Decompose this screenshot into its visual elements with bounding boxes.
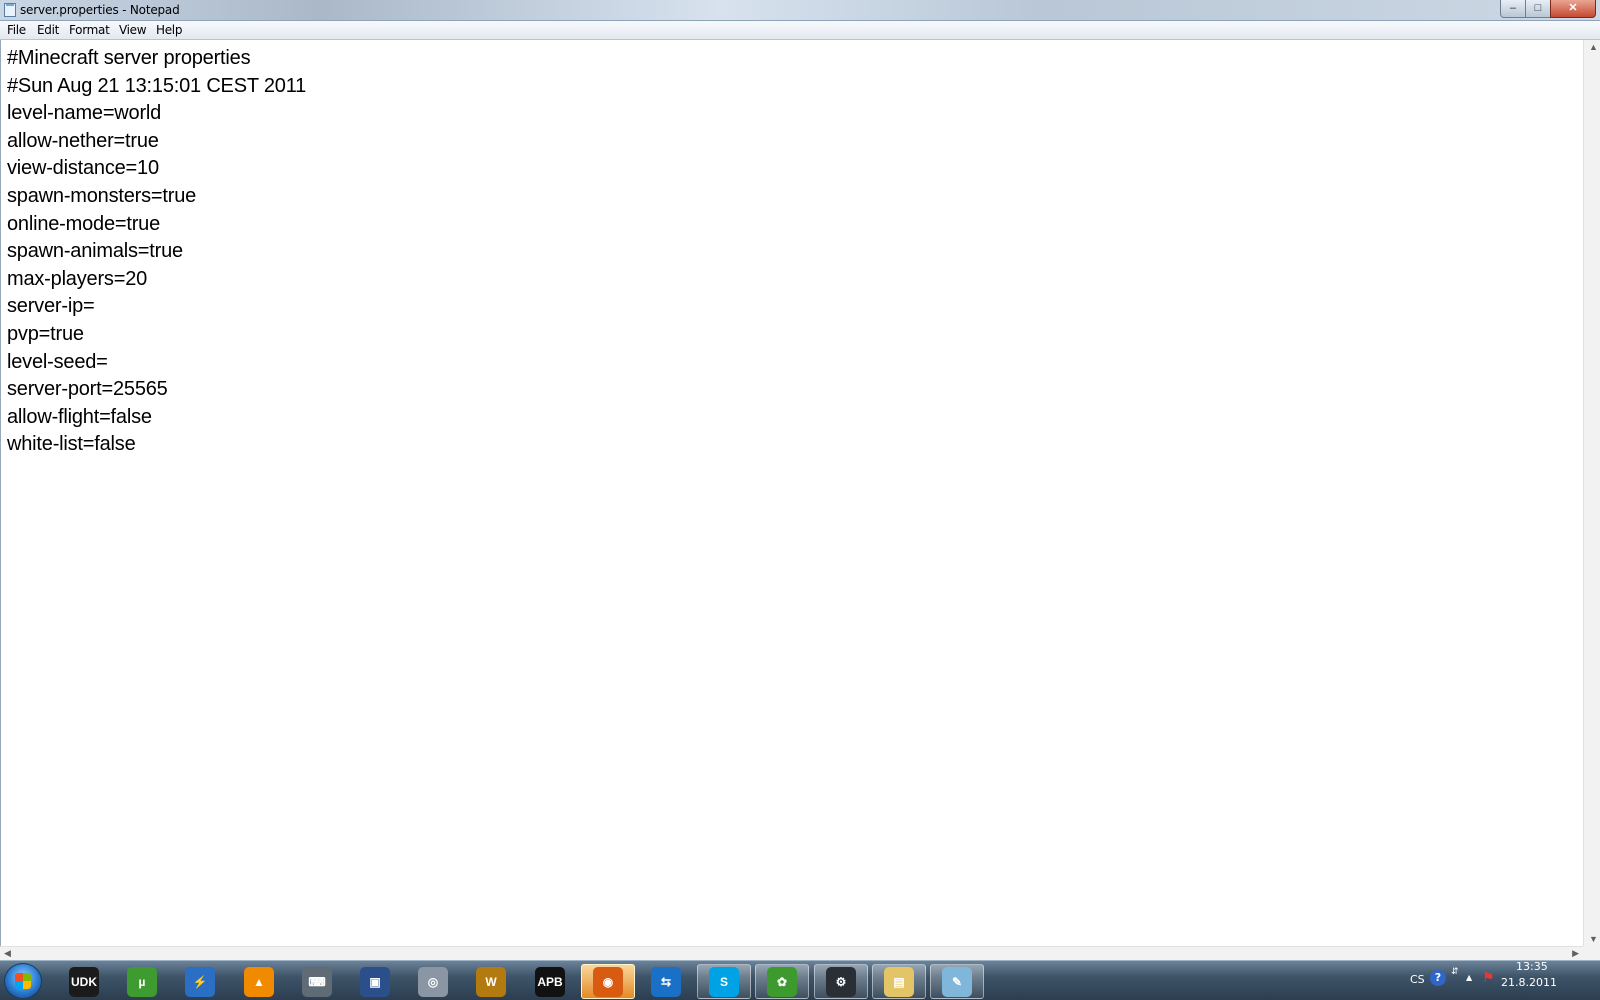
text-line: allow-flight=false: [7, 405, 152, 428]
size-grip[interactable]: [1583, 946, 1600, 960]
apb-icon: APB: [535, 966, 565, 997]
maximize-button[interactable]: □: [1525, 0, 1551, 18]
menu-edit[interactable]: Edit: [37, 23, 59, 37]
menu-file[interactable]: File: [7, 23, 26, 37]
help-icon[interactable]: ?: [1430, 970, 1446, 986]
scroll-left-arrow-icon[interactable]: ◀: [4, 948, 11, 959]
text-line: allow-nether=true: [7, 129, 159, 152]
language-indicator[interactable]: CS: [1410, 973, 1425, 986]
clock-time[interactable]: 13:35: [1516, 960, 1548, 973]
close-button[interactable]: ✕: [1550, 0, 1596, 18]
text-line: pvp=true: [7, 322, 84, 345]
text-line: level-seed=: [7, 350, 108, 373]
text-line: spawn-animals=true: [7, 240, 183, 263]
minimize-button[interactable]: –: [1500, 0, 1526, 18]
text-line: white-list=false: [7, 433, 136, 456]
text-editor-area[interactable]: #Minecraft server properties #Sun Aug 21…: [0, 40, 1583, 946]
notepad-app-icon[interactable]: [4, 3, 16, 17]
text-line: #Sun Aug 21 13:15:01 CEST 2011: [7, 74, 307, 97]
text-line: server-ip=: [7, 295, 95, 318]
network-icon[interactable]: ⇵: [1451, 967, 1459, 977]
menu-bar: File Edit Format View Help: [0, 21, 1600, 40]
text-line: online-mode=true: [7, 212, 161, 235]
gamepad-icon: ⌨: [302, 966, 332, 997]
taskbar-button[interactable]: ⚡: [173, 964, 227, 999]
menu-help[interactable]: Help: [156, 23, 182, 37]
text-line: spawn-monsters=true: [7, 184, 197, 207]
show-hidden-icons-icon[interactable]: ▲: [1466, 973, 1472, 982]
taskbar-button[interactable]: ◉: [581, 964, 635, 999]
display-settings-icon: ▣: [360, 966, 390, 997]
clock-date[interactable]: 21.8.2011: [1501, 976, 1557, 989]
scroll-right-arrow-icon[interactable]: ▶: [1572, 948, 1579, 959]
editor-text: #Minecraft server properties #Sun Aug 21…: [7, 45, 306, 459]
steam-icon: ⚙: [826, 966, 856, 997]
taskbar-button[interactable]: W: [464, 964, 518, 999]
taskbar-button[interactable]: UDK: [57, 964, 111, 999]
world-of-warcraft-icon: W: [476, 966, 506, 997]
firefox-icon: ◉: [593, 966, 623, 997]
horizontal-scrollbar[interactable]: ◀ ▶: [0, 946, 1583, 960]
icq-icon: ✿: [767, 966, 797, 997]
vertical-scrollbar[interactable]: ▲ ▼: [1583, 40, 1600, 946]
text-line: #Minecraft server properties: [7, 47, 251, 69]
explorer-icon: ▤: [884, 966, 914, 997]
taskbar-button[interactable]: ▤: [872, 964, 926, 999]
taskbar-button[interactable]: ✿: [755, 964, 809, 999]
vlc-icon: ▲: [244, 966, 274, 997]
text-line: view-distance=10: [7, 157, 159, 180]
text-line: max-players=20: [7, 267, 148, 290]
taskbar-button[interactable]: ⚙: [814, 964, 868, 999]
notepad-icon: ✎: [942, 966, 972, 997]
utorrent-icon: µ: [127, 966, 157, 997]
teamviewer-icon: ⇆: [651, 966, 681, 997]
title-bar[interactable]: server.properties - Notepad – □ ✕: [0, 0, 1600, 21]
taskbar: UDK µ ⚡ ▲ ⌨ ▣ ◎ W APB ◉ ⇆ S ✿ ⚙ ▤ ✎: [0, 960, 1600, 1000]
text-line: server-port=25565: [7, 378, 168, 401]
taskbar-button[interactable]: ⌨: [290, 964, 344, 999]
scroll-down-arrow-icon[interactable]: ▼: [1589, 934, 1598, 944]
safari-icon: ◎: [418, 966, 448, 997]
menu-format[interactable]: Format: [69, 23, 110, 37]
taskbar-button[interactable]: APB: [523, 964, 577, 999]
taskbar-button[interactable]: ⇆: [639, 964, 693, 999]
taskbar-button[interactable]: S: [697, 964, 751, 999]
udk-icon: UDK: [69, 966, 99, 997]
daemon-tools-icon: ⚡: [185, 966, 215, 997]
text-line: level-name=world: [7, 102, 162, 125]
scroll-up-arrow-icon[interactable]: ▲: [1589, 42, 1598, 52]
windows-logo-icon: [15, 973, 31, 989]
start-button[interactable]: [4, 963, 42, 999]
taskbar-button[interactable]: ▲: [232, 964, 286, 999]
system-tray: CS ? ⇵ ▲ ⚑ 13:35 21.8.2011: [1410, 960, 1600, 1000]
taskbar-button[interactable]: ▣: [348, 964, 402, 999]
window-title: server.properties - Notepad: [20, 3, 180, 17]
taskbar-button[interactable]: ✎: [930, 964, 984, 999]
taskbar-button[interactable]: µ: [115, 964, 169, 999]
menu-view[interactable]: View: [119, 23, 147, 37]
taskbar-button[interactable]: ◎: [406, 964, 460, 999]
skype-icon: S: [709, 966, 739, 997]
action-center-flag-icon[interactable]: ⚑: [1482, 970, 1495, 986]
